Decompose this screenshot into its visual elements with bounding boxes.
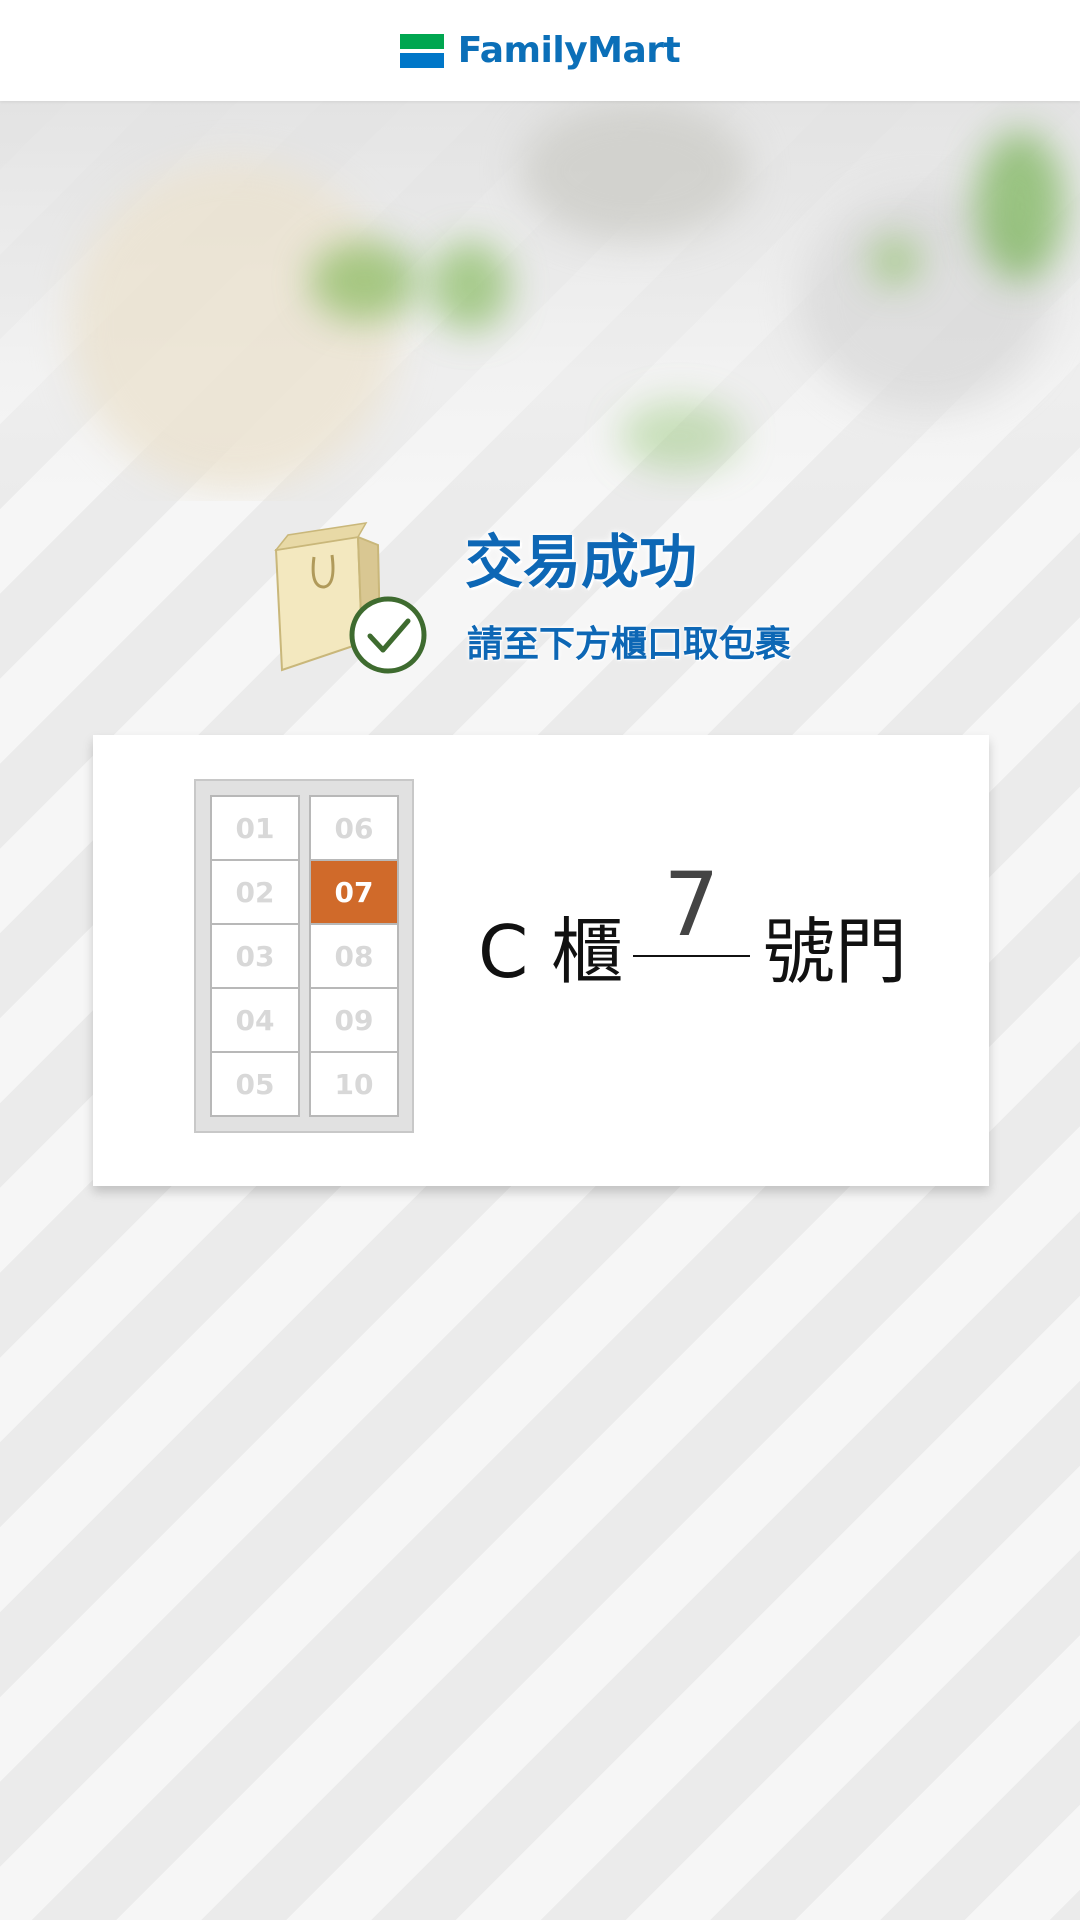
locker-cell: 03 [210, 923, 300, 989]
familymart-flag-icon [399, 33, 444, 68]
page-title: 交易成功 [465, 528, 698, 596]
locker-cell: 10 [309, 1051, 399, 1117]
locker-diagram: 01 02 03 04 05 06 07 08 09 10 [194, 779, 414, 1133]
locker-cell-selected: 07 [309, 859, 399, 925]
transaction-result: 交易成功 請至下方櫃口取包裹 [270, 515, 830, 675]
locker-cell: 08 [309, 923, 399, 989]
door-label: 號門 [763, 910, 908, 994]
familymart-logo: FamilyMart [399, 30, 681, 71]
cabinet-label: C 櫃 [478, 910, 624, 994]
hero-background-image [0, 101, 1080, 501]
pickup-card: 01 02 03 04 05 06 07 08 09 10 C 櫃 7 號門 [93, 735, 989, 1186]
check-circle-icon [349, 596, 427, 674]
locker-cell: 06 [309, 795, 399, 861]
app-header: FamilyMart [0, 0, 1080, 101]
door-number-field: 7 [633, 855, 750, 957]
locker-cell: 05 [210, 1051, 300, 1117]
pickup-instruction: 請至下方櫃口取包裹 [467, 624, 792, 665]
locker-cell: 02 [210, 859, 300, 925]
locker-cell: 01 [210, 795, 300, 861]
door-number: 7 [663, 853, 720, 956]
locker-cell: 09 [309, 987, 399, 1053]
brand-name: FamilyMart [457, 30, 681, 71]
locker-cell: 04 [210, 987, 300, 1053]
